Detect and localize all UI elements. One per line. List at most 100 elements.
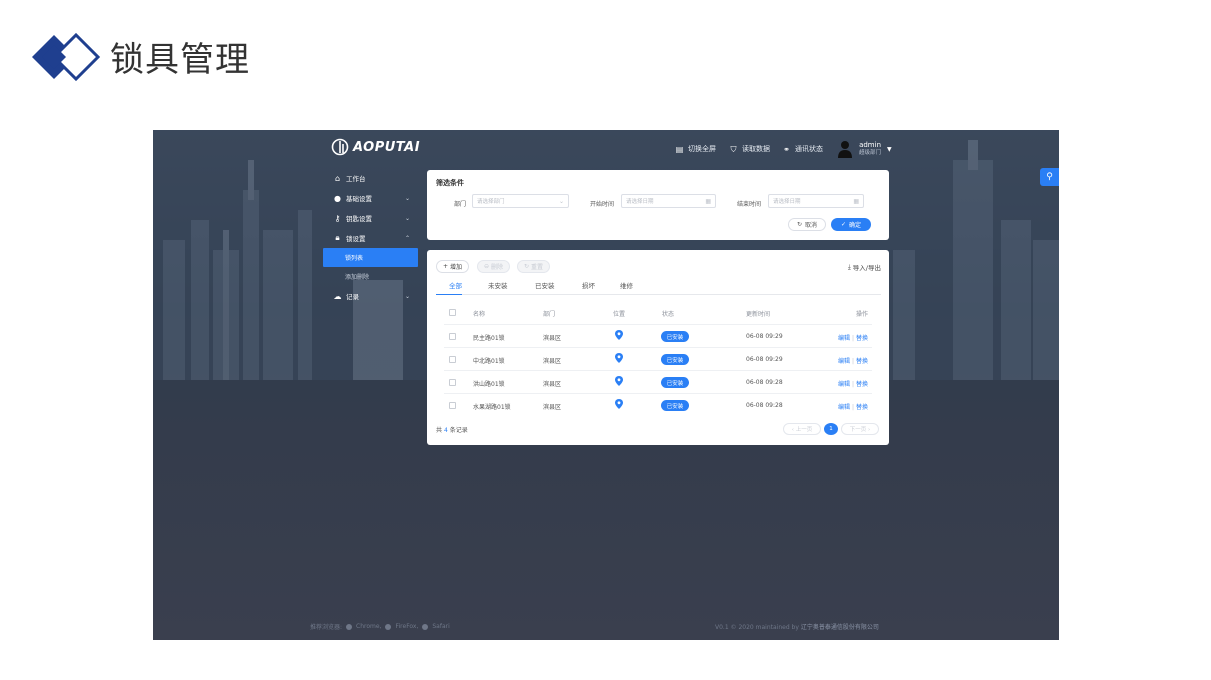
refresh-icon: ↻ (524, 263, 530, 270)
next-page-button[interactable]: 下一页 › (841, 423, 879, 435)
col-status: 状态 (662, 311, 675, 318)
user-dept: 超级部门 (859, 150, 882, 156)
diamond-logo-icon (32, 32, 101, 82)
status-tabs: 全部 未安装 已安装 损坏 维修 (436, 277, 881, 295)
table-row: 洪山路01锁 滨县区 已安装 06-08 09:28 编辑 | 替换 (444, 370, 872, 393)
sidebar: ⌂ 工作台 ● 基础设置 ⌄ ⚷ 钥匙设置 ⌄ 🔒︎ 锁设置 ⌃ 锁列表 添加删… (323, 168, 418, 306)
read-data-button[interactable]: ⛉ 读取数据 (729, 144, 771, 154)
cancel-button[interactable]: ↻ 取消 (788, 218, 826, 231)
location-pin-icon[interactable] (615, 399, 623, 409)
avatar-icon (838, 141, 852, 158)
prev-page-button[interactable]: ‹ 上一页 (783, 423, 821, 435)
trash-icon: ⊖ (484, 263, 490, 270)
dept-select[interactable]: 请选择部门 ⌄ (472, 194, 569, 208)
sidebar-item-basic-settings[interactable]: ● 基础设置 ⌄ (323, 188, 418, 208)
fullscreen-label: 切换全屏 (688, 145, 716, 153)
cell-name: 水果湖路01锁 (473, 404, 511, 411)
status-badge: 已安装 (661, 354, 689, 365)
lock-icon: 🔒︎ (335, 233, 340, 242)
end-date-placeholder: 请选择日期 (773, 199, 801, 205)
sidebar-item-workbench[interactable]: ⌂ 工作台 (323, 168, 418, 188)
dept-label: 部门 (454, 201, 467, 208)
row-checkbox[interactable] (449, 356, 456, 363)
add-button[interactable]: + 增加 (436, 260, 470, 273)
start-time-label: 开始时间 (590, 201, 615, 208)
read-data-label: 读取数据 (742, 145, 770, 153)
sidebar-subitem-lock-list[interactable]: 锁列表 (323, 248, 418, 267)
sidebar-item-label: 钥匙设置 (346, 215, 372, 223)
sidebar-item-records[interactable]: ☁ 记录 ⌄ (323, 286, 418, 306)
fullscreen-button[interactable]: ▤ 切换全屏 (675, 144, 716, 154)
tab-not-installed[interactable]: 未安装 (488, 280, 508, 290)
confirm-button[interactable]: ✓ 确定 (831, 218, 871, 231)
delete-button[interactable]: ⊖ 删除 (477, 260, 511, 273)
page-1-button[interactable]: 1 (824, 423, 838, 435)
tab-all[interactable]: 全部 (449, 280, 462, 290)
comm-status-button[interactable]: ⚭ 通讯状态 (782, 144, 823, 154)
table-header: 名称 部门 位置 状态 更新时间 操作 (444, 301, 872, 324)
download-icon: ⤓ (847, 262, 851, 271)
refresh-icon: ↻ (796, 221, 802, 228)
key-icon: ⚷ (334, 213, 341, 223)
table-row: 民主路01锁 滨县区 已安装 06-08 09:29 编辑 | 替换 (444, 324, 872, 347)
import-export-label: 导入/导出 (852, 264, 881, 272)
location-pin-icon[interactable] (615, 376, 623, 386)
replace-link[interactable]: 替换 (856, 381, 868, 388)
sidebar-subitem-label: 添加删除 (345, 274, 370, 281)
location-pin-icon[interactable] (615, 330, 623, 340)
row-checkbox[interactable] (449, 333, 456, 340)
cell-name: 民主路01锁 (473, 335, 505, 342)
reset-button[interactable]: ↻ 重置 (517, 260, 551, 273)
cell-updated: 06-08 09:29 (746, 356, 783, 363)
import-export-button[interactable]: ⤓ 导入/导出 (847, 262, 881, 273)
select-all-checkbox[interactable] (449, 309, 456, 316)
tab-damaged[interactable]: 损坏 (582, 280, 595, 290)
total-prefix: 共 (436, 427, 443, 434)
tab-repair[interactable]: 维修 (620, 280, 633, 290)
edit-link[interactable]: 编辑 (838, 358, 850, 365)
home-icon: ⌂ (334, 173, 341, 183)
plus-icon: + (443, 263, 449, 270)
edit-link[interactable]: 编辑 (838, 404, 850, 411)
filter-title: 筛选条件 (436, 179, 464, 187)
start-date-input[interactable]: 请选择日期 ▦ (621, 194, 716, 208)
sidebar-subitem-add-delete[interactable]: 添加删除 (323, 267, 418, 286)
reset-label: 重置 (531, 264, 544, 271)
shield-icon: ⛉ (730, 144, 737, 154)
sidebar-item-label: 工作台 (346, 175, 366, 183)
user-menu[interactable]: admin 超级部门 ▼ (837, 140, 892, 158)
end-date-input[interactable]: 请选择日期 ▦ (768, 194, 864, 208)
tab-installed[interactable]: 已安装 (535, 280, 555, 290)
end-time-label: 结束时间 (737, 201, 762, 208)
browser-chrome: Chrome, (356, 623, 382, 630)
replace-link[interactable]: 替换 (856, 358, 868, 365)
col-ops: 操作 (855, 311, 868, 318)
chrome-icon (346, 623, 353, 630)
brand-logo[interactable]: AOPUTAI (331, 138, 420, 156)
fullscreen-icon: ▤ (675, 144, 684, 154)
copyright: V0.1 © 2020 maintained by 辽宁奥普泰通信股份有限公司 (715, 622, 879, 631)
replace-link[interactable]: 替换 (856, 404, 868, 411)
cloud-icon: ☁ (333, 291, 342, 301)
sidebar-item-key-settings[interactable]: ⚷ 钥匙设置 ⌄ (323, 208, 418, 228)
edit-link[interactable]: 编辑 (838, 381, 850, 388)
company-name: 辽宁奥普泰通信股份有限公司 (800, 624, 879, 631)
row-checkbox[interactable] (449, 379, 456, 386)
browser-firefox: FireFox, (395, 623, 419, 630)
slide-title: 锁具管理 (110, 40, 250, 80)
user-name: admin (859, 141, 882, 149)
link-icon: ⚭ (783, 144, 790, 154)
browsers-label: 推荐浏览器: (310, 624, 343, 631)
row-checkbox[interactable] (449, 402, 456, 409)
status-badge: 已安装 (661, 400, 689, 411)
cell-updated: 06-08 09:28 (746, 379, 783, 386)
float-side-tab[interactable]: ⚲ (1040, 168, 1059, 186)
replace-link[interactable]: 替换 (856, 335, 868, 342)
comm-status-label: 通讯状态 (795, 145, 823, 153)
add-label: 增加 (450, 264, 463, 271)
slide: 锁具管理 AOPUTAI ▤ 切换全屏 ⛉ 读取数据 ⚭ 通讯状态 admin … (0, 0, 1211, 680)
sidebar-item-lock-settings[interactable]: 🔒︎ 锁设置 ⌃ (323, 228, 418, 248)
location-pin-icon[interactable] (615, 353, 623, 363)
cell-dept: 滨县区 (543, 335, 562, 342)
edit-link[interactable]: 编辑 (838, 335, 850, 342)
